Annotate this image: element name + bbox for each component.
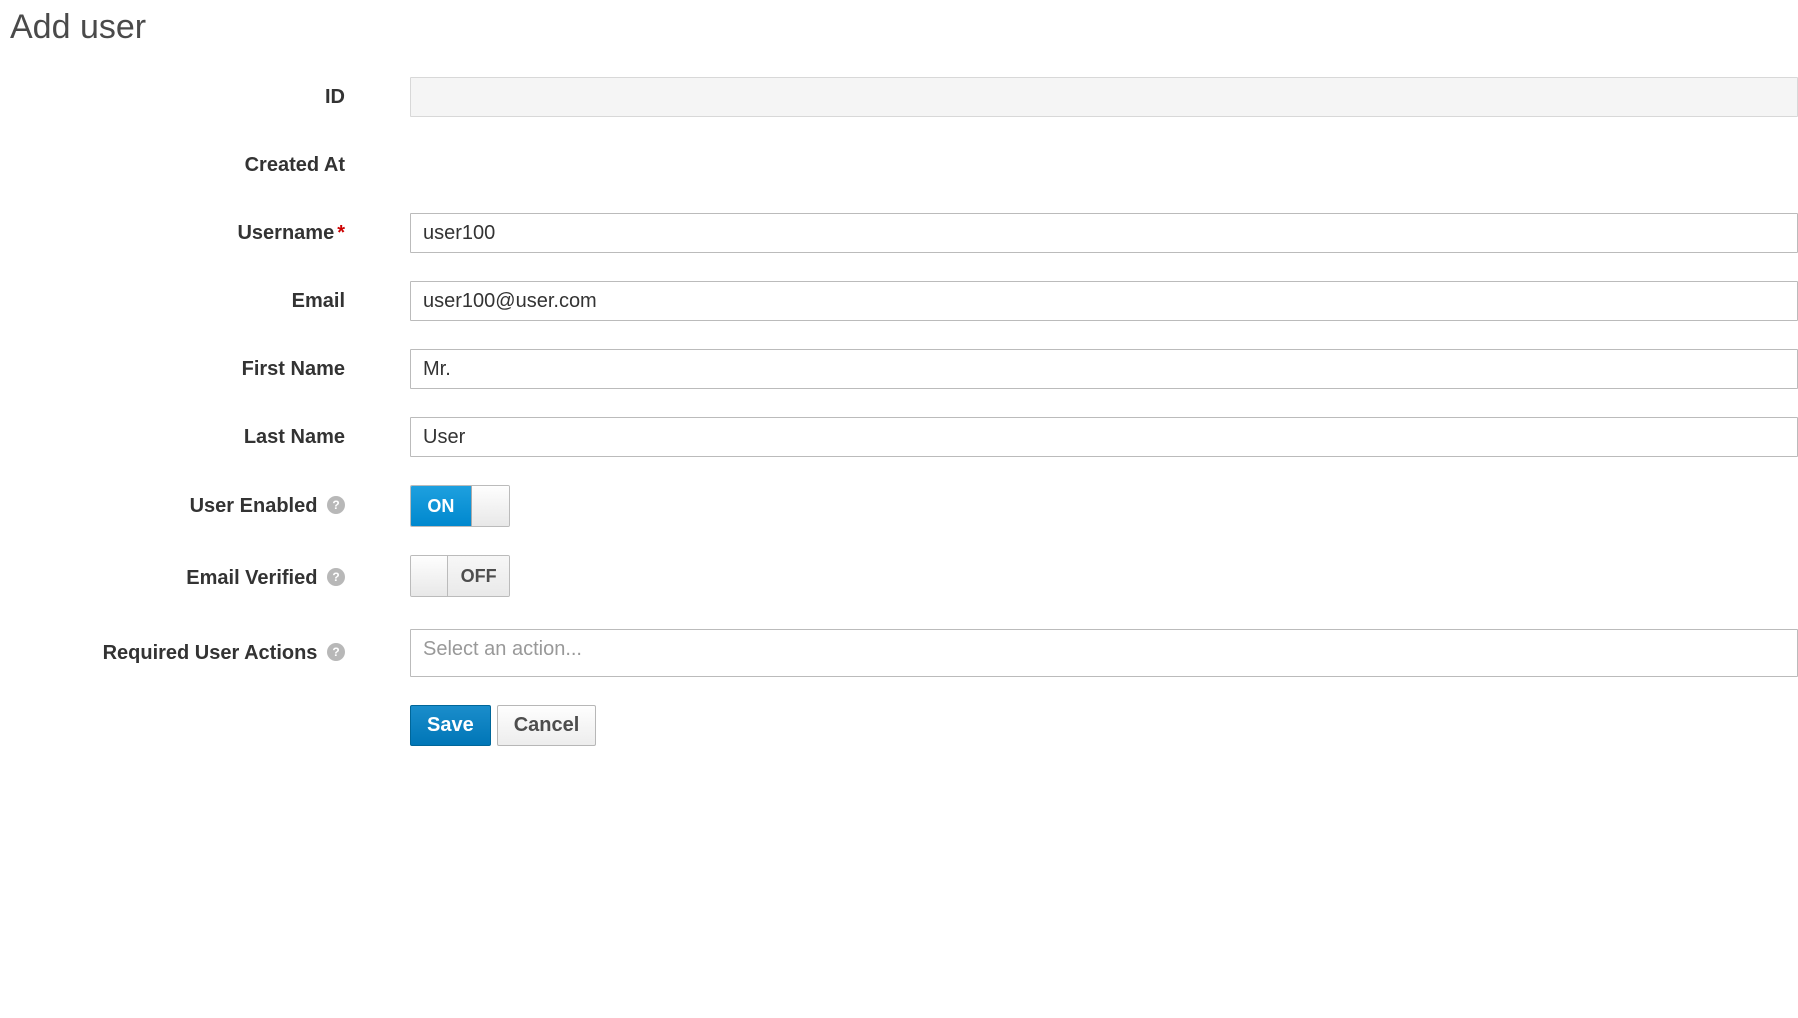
help-icon[interactable]: ? bbox=[327, 496, 345, 514]
email-field[interactable] bbox=[410, 281, 1798, 321]
toggle-handle bbox=[472, 486, 509, 526]
email-label: Email bbox=[0, 290, 375, 313]
toggle-off-label: OFF bbox=[448, 556, 509, 596]
user-enabled-label: User Enabled ? bbox=[0, 495, 375, 518]
email-verified-label: Email Verified ? bbox=[0, 567, 375, 590]
add-user-form: ID Created At Username* Email First Name bbox=[0, 77, 1798, 746]
created-at-value bbox=[410, 145, 1798, 185]
id-label: ID bbox=[0, 86, 375, 109]
created-at-label: Created At bbox=[0, 154, 375, 177]
user-enabled-toggle[interactable]: ON bbox=[410, 485, 510, 527]
cancel-button[interactable]: Cancel bbox=[497, 705, 597, 746]
required-user-actions-label: Required User Actions ? bbox=[0, 642, 375, 665]
required-user-actions-select[interactable]: Select an action... bbox=[410, 629, 1798, 677]
page-title: Add user bbox=[10, 8, 1798, 47]
id-field bbox=[410, 77, 1798, 117]
email-verified-toggle[interactable]: OFF bbox=[410, 555, 510, 597]
toggle-handle bbox=[411, 556, 448, 596]
toggle-on-label: ON bbox=[411, 486, 472, 526]
first-name-label: First Name bbox=[0, 358, 375, 381]
save-button[interactable]: Save bbox=[410, 705, 491, 746]
help-icon[interactable]: ? bbox=[327, 643, 345, 661]
help-icon[interactable]: ? bbox=[327, 568, 345, 586]
username-field[interactable] bbox=[410, 213, 1798, 253]
required-asterisk-icon: * bbox=[337, 222, 345, 244]
last-name-label: Last Name bbox=[0, 426, 375, 449]
username-label: Username* bbox=[0, 222, 375, 245]
first-name-field[interactable] bbox=[410, 349, 1798, 389]
last-name-field[interactable] bbox=[410, 417, 1798, 457]
